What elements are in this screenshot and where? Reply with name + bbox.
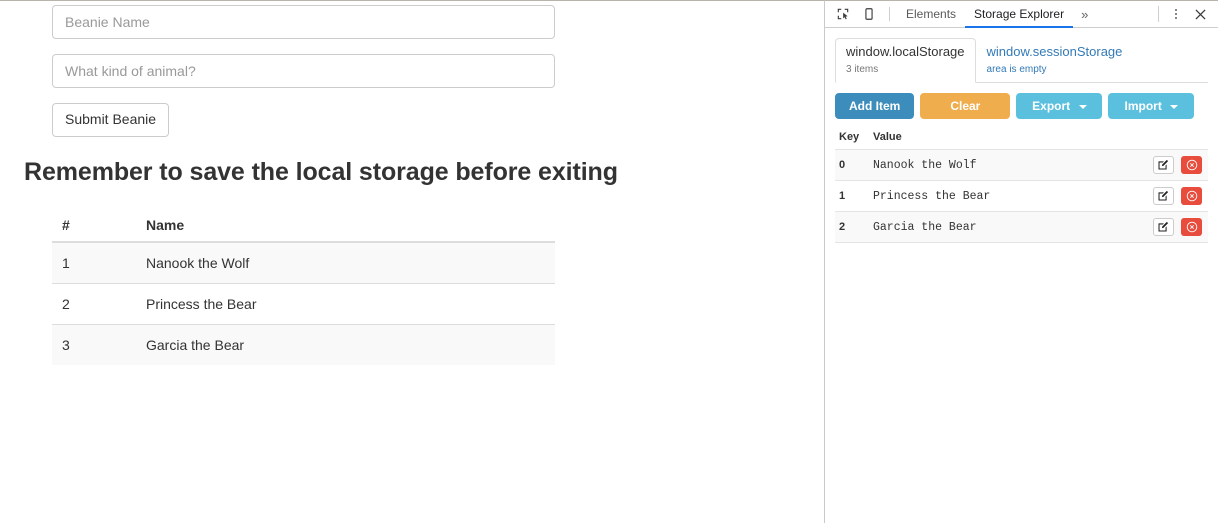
delete-icon[interactable] — [1181, 156, 1202, 175]
storage-key: 0 — [835, 149, 867, 182]
storage-items-table: Key Value 0 Nanook the Wolf 1 Princess t… — [835, 127, 1208, 244]
table-row: 2 Garcia the Bear — [835, 211, 1208, 244]
beanie-name: Nanook the Wolf — [136, 241, 555, 284]
storage-tab-title: window.localStorage — [846, 44, 965, 59]
caret-down-icon — [1078, 104, 1087, 109]
delete-icon[interactable] — [1181, 187, 1202, 206]
storage-header-row: Key Value — [835, 127, 1208, 151]
export-button[interactable]: Export — [1016, 92, 1103, 120]
toolbar-divider — [889, 7, 890, 21]
storage-col-value: Value — [867, 127, 1208, 151]
more-tabs-icon[interactable]: » — [1073, 1, 1096, 27]
devtools-toolbar: Elements Storage Explorer » — [825, 1, 1218, 28]
storage-col-key: Key — [835, 127, 867, 151]
storage-tab-subtitle: 3 items — [846, 63, 879, 75]
beanie-form: Submit Beanie — [52, 5, 555, 137]
storage-tab-title: window.sessionStorage — [986, 44, 1123, 59]
more-options-icon[interactable] — [1165, 3, 1187, 25]
storage-table-head: Key Value — [835, 127, 1208, 151]
devtools-pane: Elements Storage Explorer » window.local… — [824, 0, 1218, 523]
add-item-label: Add Item — [849, 98, 901, 113]
animal-kind-input[interactable] — [52, 54, 555, 88]
beanies-table: # Name 1 Nanook the Wolf 2 Princess the … — [52, 209, 555, 365]
storage-tab-subtitle: area is empty — [986, 63, 1047, 75]
beanie-num: 1 — [52, 241, 136, 284]
form-spacer-2 — [52, 88, 555, 103]
import-button[interactable]: Import — [1108, 92, 1195, 120]
page-title: Remember to save the local storage befor… — [24, 158, 618, 186]
beanies-col-num: # — [52, 209, 136, 243]
toolbar-divider-2 — [1158, 6, 1159, 22]
storage-tab-sessionstorage[interactable]: window.sessionStorage area is empty — [976, 38, 1134, 83]
inspect-cursor-icon[interactable] — [830, 2, 856, 26]
storage-value: Princess the Bear — [867, 180, 1103, 213]
table-row: 0 Nanook the Wolf — [835, 149, 1208, 182]
storage-table-body: 0 Nanook the Wolf 1 Princess the Bear 2 … — [835, 149, 1208, 244]
tab-storage-explorer[interactable]: Storage Explorer — [965, 1, 1074, 28]
storage-row-actions — [1102, 211, 1208, 244]
edit-icon[interactable] — [1152, 218, 1174, 237]
import-label: Import — [1124, 98, 1162, 113]
storage-value: Nanook the Wolf — [867, 149, 1103, 182]
clear-button[interactable]: Clear — [920, 92, 1011, 120]
storage-tab-localstorage[interactable]: window.localStorage 3 items — [835, 38, 976, 83]
beanie-name: Garcia the Bear — [136, 324, 555, 365]
storage-key: 2 — [835, 211, 867, 244]
table-row: 2 Princess the Bear — [52, 283, 555, 325]
storage-action-buttons: Add Item Clear Export Import — [835, 92, 1208, 127]
table-row: 3 Garcia the Bear — [52, 324, 555, 365]
device-toolbar-icon[interactable] — [856, 2, 882, 26]
table-row: 1 Nanook the Wolf — [52, 241, 555, 284]
storage-row-actions — [1102, 180, 1208, 213]
edit-icon[interactable] — [1152, 187, 1174, 206]
delete-icon[interactable] — [1181, 218, 1202, 237]
table-row: 1 Princess the Bear — [835, 180, 1208, 213]
submit-beanie-button[interactable]: Submit Beanie — [52, 103, 170, 137]
export-label: Export — [1032, 98, 1071, 113]
tab-elements[interactable]: Elements — [897, 1, 965, 27]
caret-down-icon — [1170, 104, 1179, 109]
beanies-header-row: # Name — [52, 209, 555, 243]
beanie-name: Princess the Bear — [136, 283, 555, 325]
beanie-num: 2 — [52, 283, 136, 325]
beanies-table-body: 1 Nanook the Wolf 2 Princess the Bear 3 … — [52, 241, 555, 365]
web-page-pane: Submit Beanie Remember to save the local… — [0, 0, 824, 523]
storage-value: Garcia the Bear — [867, 211, 1103, 244]
storage-explorer-panel: window.localStorage 3 items window.sessi… — [825, 28, 1218, 244]
form-spacer-1 — [52, 39, 555, 54]
storage-area-tabs: window.localStorage 3 items window.sessi… — [835, 38, 1208, 83]
toolbar-right-group — [1154, 3, 1218, 25]
storage-row-actions — [1102, 149, 1208, 182]
add-item-button[interactable]: Add Item — [835, 92, 915, 120]
beanies-table-head: # Name — [52, 209, 555, 243]
screen: Submit Beanie Remember to save the local… — [0, 0, 1218, 523]
beanies-col-name: Name — [136, 209, 555, 243]
beanie-num: 3 — [52, 324, 136, 365]
clear-label: Clear — [950, 98, 981, 113]
edit-icon[interactable] — [1152, 156, 1174, 175]
close-icon[interactable] — [1187, 3, 1213, 25]
storage-key: 1 — [835, 180, 867, 213]
beanie-name-input[interactable] — [52, 5, 555, 39]
